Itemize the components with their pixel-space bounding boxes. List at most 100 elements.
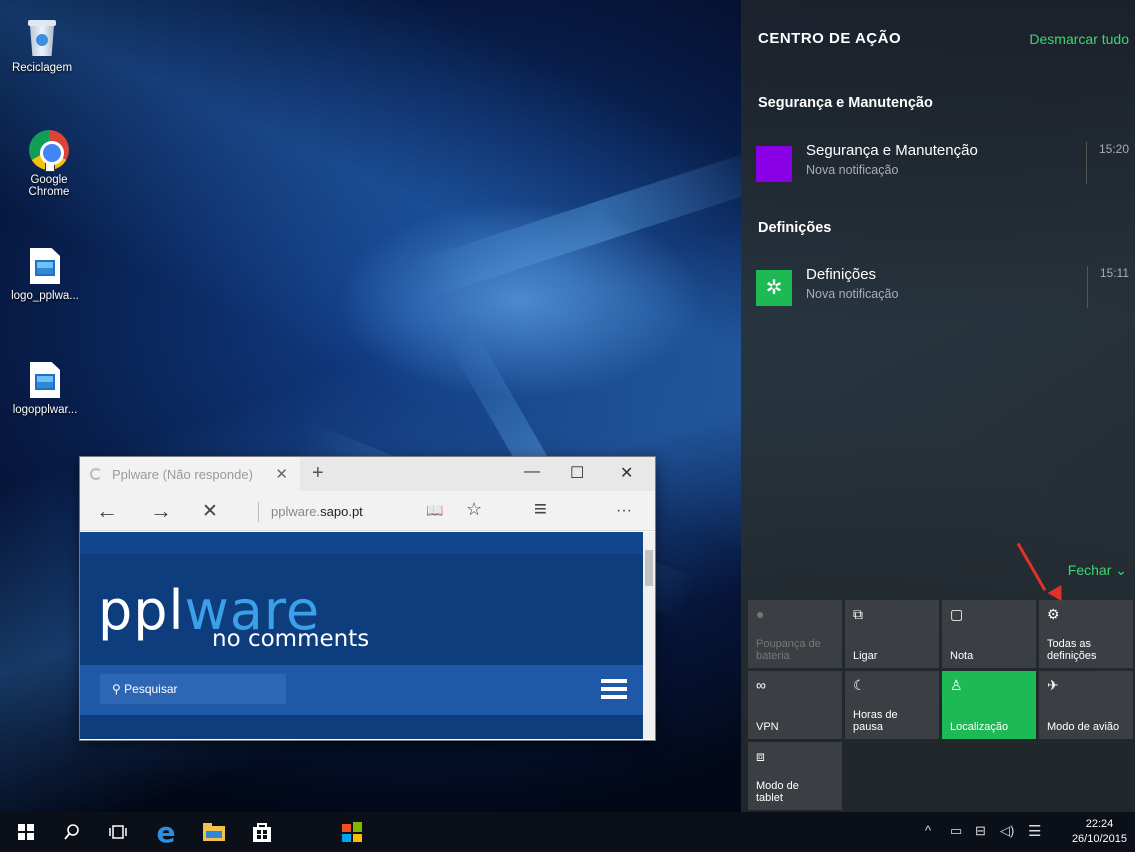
notification-item[interactable]: ✲ Definições Nova notificação 15:11 <box>741 262 1135 318</box>
settings-gear-icon: ✲ <box>756 270 792 306</box>
network-icon[interactable]: ⊟ <box>975 823 986 839</box>
folder-icon <box>203 823 225 841</box>
volume-icon[interactable]: ◁) <box>1000 823 1014 839</box>
stop-button[interactable]: ✕ <box>202 500 218 523</box>
action-center-notification-icon[interactable]: ☰ <box>1028 822 1041 840</box>
address-toolbar: ← → ✕ pplware.sapo.pt 📖 ☆ ≡ ··· <box>80 491 655 531</box>
minimize-button[interactable]: — <box>524 463 540 481</box>
quick-action-label: Nota <box>950 650 974 662</box>
image-file-icon <box>30 248 60 284</box>
note-icon: ▢ <box>950 606 964 622</box>
gear-icon: ⚙ <box>1047 606 1060 622</box>
quick-action-quiet-hours[interactable]: ☾ Horas de pausa <box>845 671 939 739</box>
loading-spinner-icon <box>90 468 102 480</box>
page-top-band <box>80 532 643 554</box>
quick-action-tablet-mode[interactable]: ⧈ Modo de tablet <box>748 742 842 810</box>
tab-close-icon[interactable]: ✕ <box>275 465 288 483</box>
notification-subtitle: Nova notificação <box>806 287 899 301</box>
menu-hamburger-icon[interactable] <box>601 679 627 699</box>
airplane-icon: ✈ <box>1047 677 1059 693</box>
browser-tab[interactable]: Pplware (Não responde) ✕ <box>80 457 300 491</box>
show-hidden-icons-chevron[interactable]: ^ <box>925 823 931 838</box>
quick-action-label: Poupança de bateria <box>756 638 821 662</box>
collapse-quick-actions-link[interactable]: Fechar ⌄ <box>1068 562 1127 579</box>
url-prefix: pplware. <box>271 504 321 519</box>
tab-bar: Pplware (Não responde) ✕ + — ☐ ✕ <box>80 457 655 491</box>
quick-action-battery-saver[interactable]: ● Poupança de bateria <box>748 600 842 668</box>
favorite-star-icon[interactable]: ☆ <box>466 499 482 520</box>
edge-browser-window[interactable]: Pplware (Não responde) ✕ + — ☐ ✕ ← → ✕ p… <box>79 456 656 741</box>
clock-date: 26/10/2015 <box>1071 833 1127 845</box>
quick-action-airplane-mode[interactable]: ✈ Modo de avião <box>1039 671 1133 739</box>
url-domain: sapo.pt <box>320 504 363 519</box>
taskbar-edge[interactable]: e <box>144 812 188 852</box>
quick-action-label: Localização <box>950 721 1009 733</box>
tab-title: Pplware (Não responde) <box>112 466 253 482</box>
forward-button[interactable]: → <box>150 498 172 524</box>
desktop-icon-label: logo_pplwa... <box>11 290 79 302</box>
edge-icon: e <box>156 815 176 849</box>
quick-action-location[interactable]: ♙ Localização <box>942 671 1036 739</box>
battery-saver-icon: ● <box>756 606 765 622</box>
notification-time: 15:11 <box>1086 266 1129 308</box>
vpn-icon: ∞ <box>756 677 766 693</box>
taskbar: e ^ ▭ ⊟ ◁) ☰ 22:24 26/10/2015 <box>0 812 1135 852</box>
moon-icon: ☾ <box>853 677 866 693</box>
search-icon <box>64 824 79 840</box>
recycle-bin-icon <box>25 18 59 58</box>
quick-action-label: Todas as definições <box>1047 638 1097 662</box>
vertical-scrollbar[interactable] <box>643 532 655 739</box>
shortcut-arrow-icon <box>45 162 55 172</box>
colored-tiles-icon <box>342 822 362 842</box>
action-center-panel: CENTRO DE AÇÃO Desmarcar tudo Segurança … <box>741 0 1135 812</box>
notification-group-header[interactable]: Segurança e Manutenção <box>758 95 933 111</box>
tagline: no comments <box>212 626 370 652</box>
desktop-icon-label: Reciclagem <box>11 62 73 74</box>
desktop-icon-logopplware[interactable]: logopplwar... <box>0 362 90 416</box>
quick-action-all-settings[interactable]: ⚙ Todas as definições <box>1039 600 1133 668</box>
notification-subtitle: Nova notificação <box>806 163 899 177</box>
quick-action-note[interactable]: ▢ Nota <box>942 600 1036 668</box>
image-file-icon <box>30 362 60 398</box>
battery-icon[interactable]: ▭ <box>950 823 962 839</box>
reading-view-icon[interactable]: 📖 <box>426 502 443 519</box>
notification-group-header[interactable]: Definições <box>758 220 831 236</box>
windows-logo-icon <box>18 824 34 840</box>
desktop-icon-recycle-bin[interactable]: Reciclagem <box>4 18 80 74</box>
maximize-button[interactable]: ☐ <box>570 463 584 483</box>
more-icon[interactable]: ··· <box>616 502 632 520</box>
location-icon: ♙ <box>950 677 963 693</box>
notification-time: 15:20 <box>1085 142 1129 184</box>
clock-time: 22:24 <box>1085 818 1114 830</box>
search-icon: ⚲ <box>112 682 121 696</box>
notification-item[interactable]: Segurança e Manutenção Nova notificação … <box>741 138 1135 194</box>
task-view-button[interactable] <box>96 812 140 852</box>
start-button[interactable] <box>4 812 48 852</box>
desktop-icon-label: Google Chrome <box>28 174 70 198</box>
desktop-icon-label: logopplwar... <box>12 404 78 416</box>
web-page-content: pplware no comments ⚲ Pesquisar <box>80 532 643 739</box>
quick-action-vpn[interactable]: ∞ VPN <box>748 671 842 739</box>
action-center-title: CENTRO DE AÇÃO <box>758 30 902 47</box>
taskbar-app-colored[interactable] <box>330 812 374 852</box>
connect-icon: ⧉ <box>853 606 863 622</box>
taskbar-file-explorer[interactable] <box>192 812 236 852</box>
desktop-icon-chrome[interactable]: Google Chrome <box>11 130 87 198</box>
close-window-button[interactable]: ✕ <box>620 463 633 483</box>
notification-title: Segurança e Manutenção <box>806 142 978 159</box>
back-button[interactable]: ← <box>96 498 118 524</box>
address-bar[interactable]: pplware.sapo.pt <box>258 502 363 522</box>
quick-action-connect[interactable]: ⧉ Ligar <box>845 600 939 668</box>
quick-action-label: VPN <box>756 721 779 733</box>
hub-icon[interactable]: ≡ <box>534 496 547 522</box>
desktop-icon-logo-pplware[interactable]: logo_pplwa... <box>0 248 90 302</box>
new-tab-button[interactable]: + <box>312 462 324 485</box>
taskbar-store[interactable] <box>240 812 284 852</box>
clear-all-link[interactable]: Desmarcar tudo <box>1029 31 1129 47</box>
page-search-bar: ⚲ Pesquisar <box>80 665 643 715</box>
tablet-mode-icon: ⧈ <box>756 748 765 764</box>
search-button[interactable] <box>50 812 94 852</box>
taskbar-clock[interactable]: 22:24 26/10/2015 <box>1072 817 1127 847</box>
scrollbar-thumb[interactable] <box>645 550 653 586</box>
search-input[interactable]: ⚲ Pesquisar <box>100 674 286 704</box>
